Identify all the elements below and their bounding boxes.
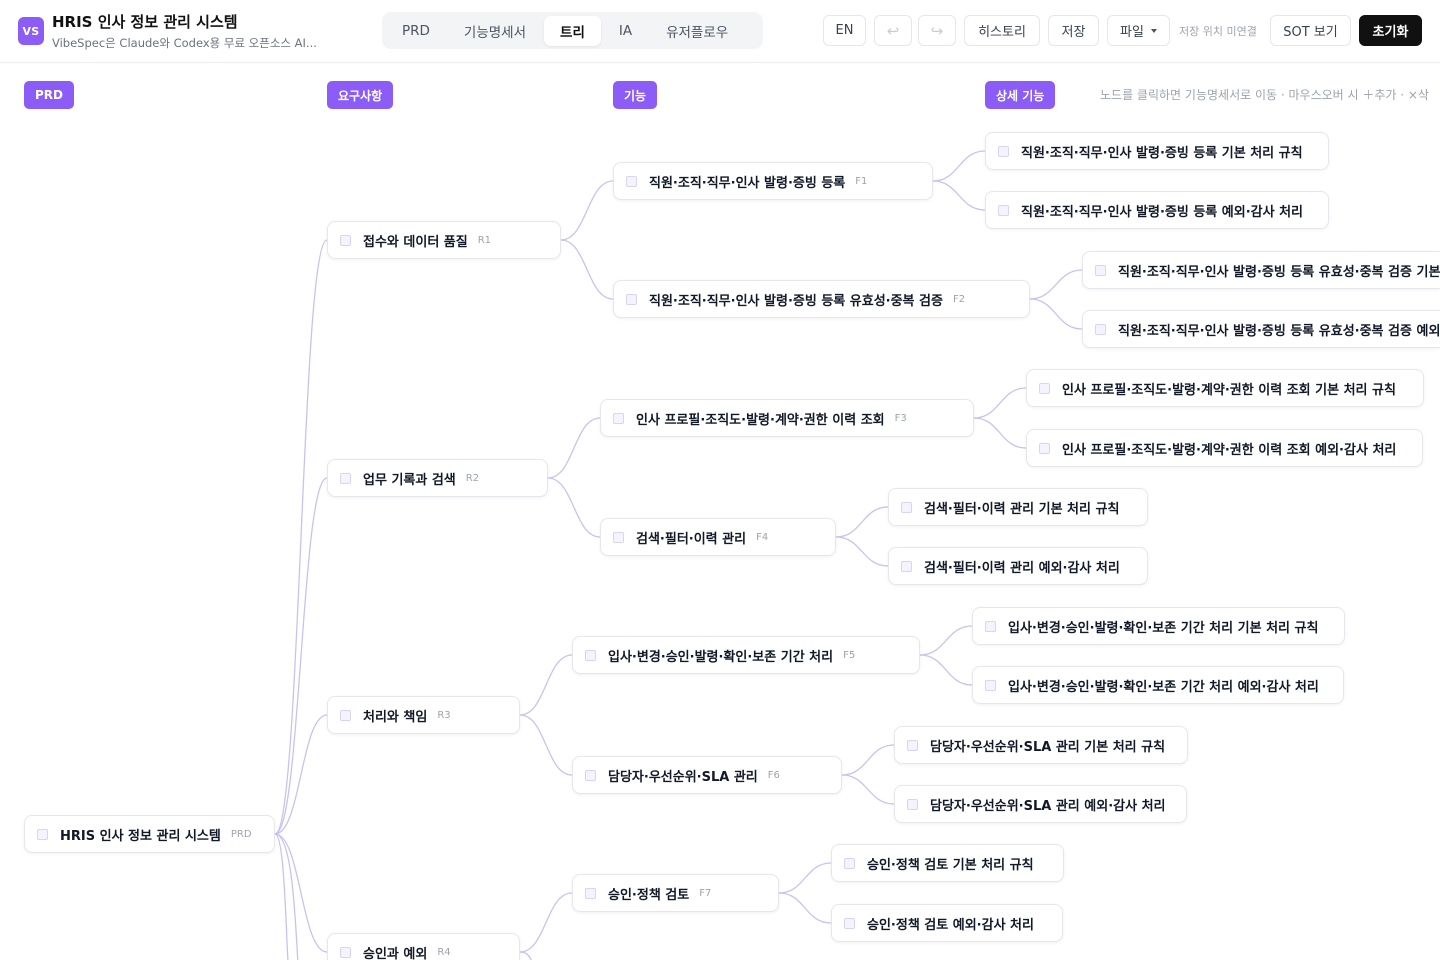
node-checkbox[interactable] [907, 798, 918, 810]
link-f1-d1 [932, 150, 986, 182]
tree-node-detail[interactable]: 직원·조직·직무·인사 발령·증빙 등록 유효성·중복 검증 예외· [1082, 310, 1440, 348]
node-checkbox[interactable] [585, 649, 596, 661]
node-checkbox[interactable] [1039, 382, 1050, 394]
link-f5-d10 [919, 654, 973, 686]
link-f1-d2 [932, 180, 986, 211]
tree-node-feature-f1[interactable]: 직원·조직·직무·인사 발령·증빙 등록 F1 [613, 162, 933, 200]
link-f2-d4 [1029, 298, 1083, 330]
node-checkbox[interactable] [585, 887, 596, 899]
tree-node-detail[interactable]: 입사·변경·승인·발령·확인·보존 기간 처리 기본 처리 규칙 [972, 607, 1345, 645]
tree-node-detail[interactable]: 입사·변경·승인·발령·확인·보존 기간 처리 예외·감사 처리 [972, 666, 1344, 704]
link-f7-d13 [778, 862, 832, 894]
tree-node-detail[interactable]: 직원·조직·직무·인사 발령·증빙 등록 예외·감사 처리 [985, 191, 1329, 229]
node-checkbox[interactable] [340, 234, 351, 246]
link-root-r4 [274, 833, 328, 953]
tree-node-detail[interactable]: 인사 프로필·조직도·발령·계약·권한 이력 조회 기본 처리 규칙 [1026, 369, 1424, 407]
link-f4-d8 [835, 536, 889, 567]
link-root-offscreen-1 [274, 833, 289, 960]
node-checkbox[interactable] [901, 501, 912, 513]
node-checkbox[interactable] [985, 679, 996, 691]
link-r2-f4 [547, 477, 601, 538]
node-checkbox[interactable] [340, 472, 351, 484]
tree-node-feature-f4[interactable]: 검색·필터·이력 관리 F4 [600, 518, 836, 556]
node-checkbox[interactable] [340, 946, 351, 958]
node-checkbox[interactable] [626, 293, 637, 305]
link-f4-d7 [835, 506, 889, 538]
tree-node-detail[interactable]: 승인·정책 검토 예외·감사 처리 [831, 904, 1063, 942]
tree-node-detail[interactable]: 검색·필터·이력 관리 예외·감사 처리 [888, 547, 1148, 585]
link-r3-f5 [519, 654, 573, 716]
link-f3-d6 [973, 417, 1027, 449]
tree-node-requirement-r2[interactable]: 업무 기록과 검색 R2 [327, 459, 548, 497]
tree-node-detail[interactable]: 인사 프로필·조직도·발령·계약·권한 이력 조회 예외·감사 처리 [1026, 429, 1423, 467]
node-checkbox[interactable] [340, 709, 351, 721]
tree-node-requirement-r1[interactable]: 접수와 데이터 품질 R1 [327, 221, 561, 259]
node-checkbox[interactable] [985, 620, 996, 632]
tree-node-feature-f3[interactable]: 인사 프로필·조직도·발령·계약·권한 이력 조회 F3 [600, 399, 974, 437]
tree-node-detail[interactable]: 담당자·우선순위·SLA 관리 예외·감사 처리 [894, 785, 1187, 823]
node-checkbox[interactable] [998, 145, 1009, 157]
tree-node-detail[interactable]: 직원·조직·직무·인사 발령·증빙 등록 유효성·중복 검증 기본 [1082, 251, 1440, 289]
link-f5-d9 [919, 625, 973, 656]
link-r4-offscreen [519, 951, 532, 960]
tree-node-detail[interactable]: 승인·정책 검토 기본 처리 규칙 [831, 844, 1064, 882]
link-r1-f1 [560, 180, 614, 241]
node-checkbox[interactable] [613, 412, 624, 424]
tree-node-feature-f7[interactable]: 승인·정책 검토 F7 [572, 874, 779, 912]
node-checkbox[interactable] [998, 204, 1009, 216]
node-checkbox[interactable] [1095, 264, 1106, 276]
node-checkbox[interactable] [1039, 442, 1050, 454]
node-checkbox[interactable] [1095, 323, 1106, 335]
link-r2-f3 [547, 417, 601, 479]
link-root-r1 [274, 239, 328, 835]
node-checkbox[interactable] [585, 769, 596, 781]
node-checkbox[interactable] [844, 857, 855, 869]
node-checkbox[interactable] [613, 531, 624, 543]
tree-node-detail[interactable]: 검색·필터·이력 관리 기본 처리 규칙 [888, 488, 1148, 526]
node-checkbox[interactable] [626, 175, 637, 187]
tree-node-feature-f2[interactable]: 직원·조직·직무·인사 발령·증빙 등록 유효성·중복 검증 F2 [613, 280, 1030, 318]
link-f3-d5 [973, 387, 1027, 419]
link-r4-f7 [519, 892, 573, 953]
tree-node-detail[interactable]: 담당자·우선순위·SLA 관리 기본 처리 규칙 [894, 726, 1188, 764]
node-checkbox[interactable] [907, 739, 918, 751]
tree-node-requirement-r3[interactable]: 처리와 책임 R3 [327, 696, 520, 734]
node-checkbox[interactable] [37, 828, 48, 840]
tree-node-prd-root[interactable]: HRIS 인사 정보 관리 시스템 PRD [24, 815, 275, 853]
link-f6-d12 [841, 774, 895, 805]
link-root-r3 [274, 714, 328, 835]
node-checkbox[interactable] [901, 560, 912, 572]
link-f2-d3 [1029, 269, 1083, 300]
link-f6-d11 [841, 744, 895, 776]
tree-node-detail[interactable]: 직원·조직·직무·인사 발령·증빙 등록 기본 처리 규칙 [985, 132, 1329, 170]
link-r3-f6 [519, 714, 573, 776]
tree-node-requirement-r4[interactable]: 승인과 예외 R4 [327, 933, 520, 960]
tree-node-feature-f5[interactable]: 입사·변경·승인·발령·확인·보존 기간 처리 F5 [572, 636, 920, 674]
link-r1-f2 [560, 239, 614, 300]
link-f7-d14 [778, 892, 832, 924]
tree-node-feature-f6[interactable]: 담당자·우선순위·SLA 관리 F6 [572, 756, 842, 794]
node-checkbox[interactable] [844, 917, 855, 929]
